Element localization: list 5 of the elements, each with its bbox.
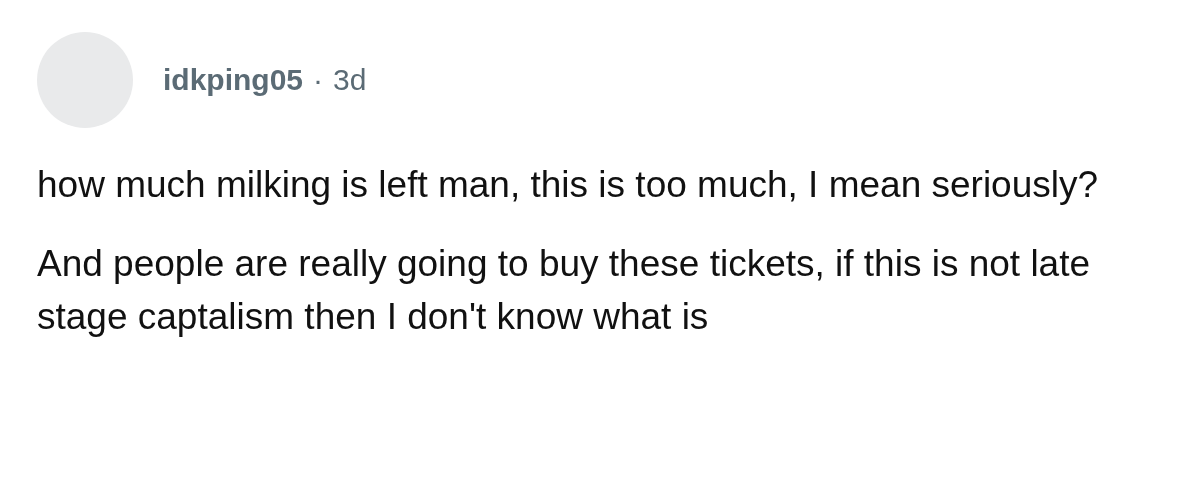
username[interactable]: idkping05 (163, 63, 304, 97)
comment-age: 3d (333, 63, 367, 97)
separator-dot: · (313, 63, 324, 97)
comment-paragraph: how much milking is left man, this is too much, I mean seriously? (37, 163, 1100, 207)
comment-paragraph: And people are really going to buy these tickets, if this is not late stage captalism then I don't know what is (37, 242, 1092, 339)
